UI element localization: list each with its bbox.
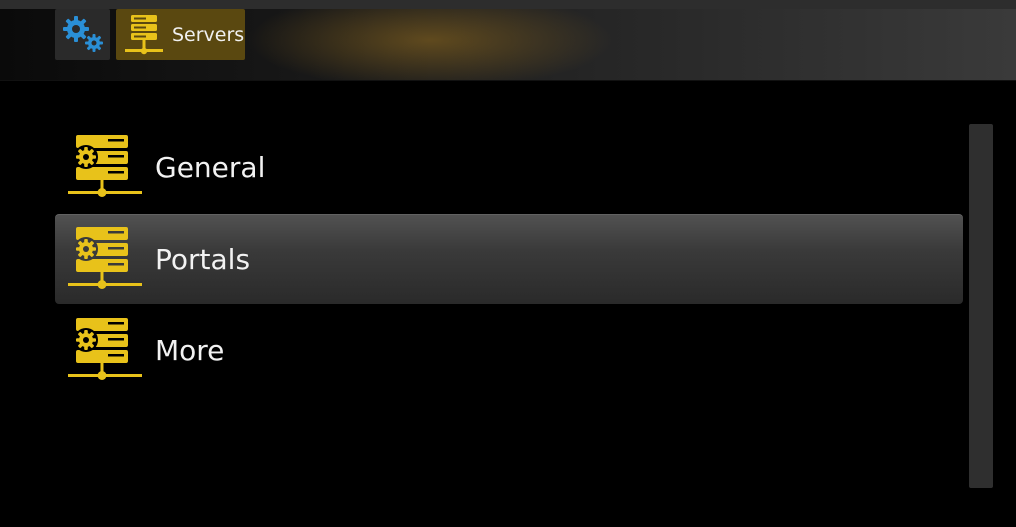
menu-item-label: More xyxy=(155,333,225,367)
menu-item-general[interactable]: General xyxy=(55,122,963,212)
header-bar: Servers xyxy=(0,0,1016,81)
screen: Servers General Portals More xyxy=(0,0,1016,527)
gears-icon xyxy=(60,13,106,57)
breadcrumb-label: Servers xyxy=(172,23,245,46)
menu-item-label: Portals xyxy=(155,242,251,276)
menu-item-more[interactable]: More xyxy=(55,305,963,395)
servers-breadcrumb[interactable]: Servers xyxy=(116,9,245,60)
settings-breadcrumb-button[interactable] xyxy=(55,9,110,60)
menu-item-label: General xyxy=(155,150,266,184)
top-strip xyxy=(0,0,1016,9)
server-gear-icon xyxy=(67,224,143,294)
server-icon xyxy=(124,14,164,56)
scrollbar[interactable] xyxy=(969,124,993,488)
menu-item-portals[interactable]: Portals xyxy=(55,214,963,304)
server-gear-icon xyxy=(67,315,143,385)
server-gear-icon xyxy=(67,132,143,202)
